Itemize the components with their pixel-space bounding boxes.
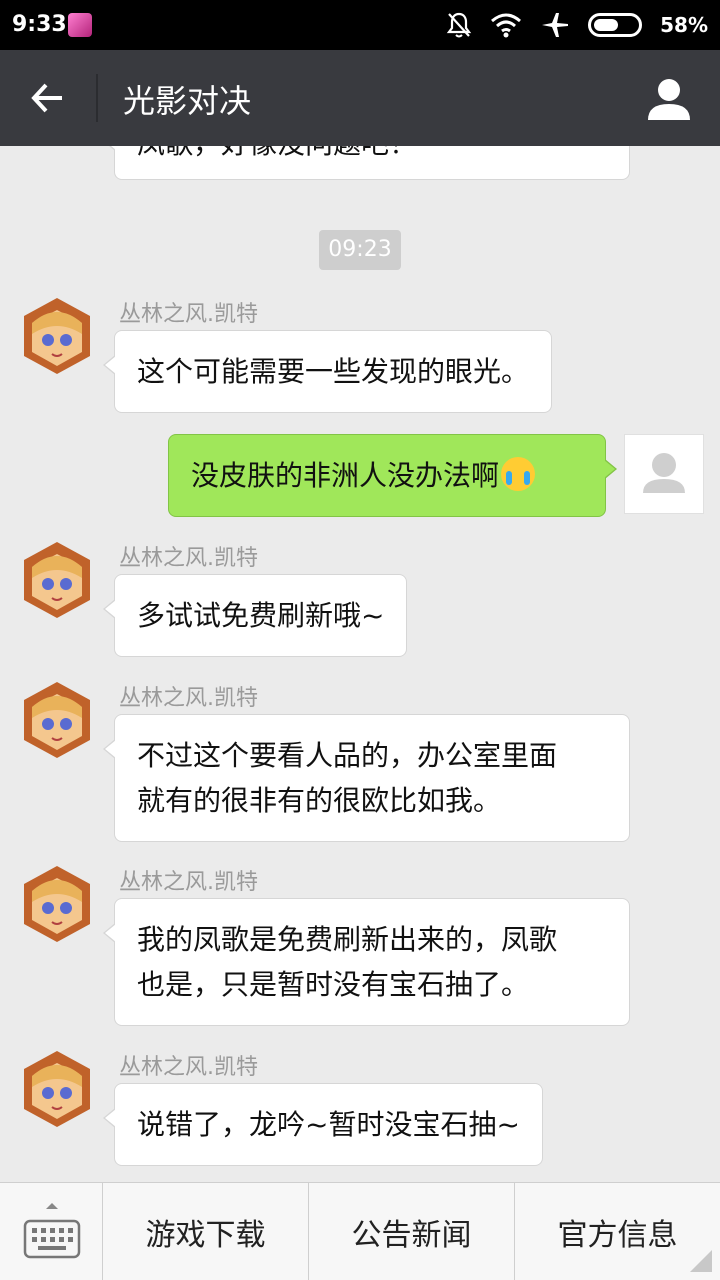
message-text: 没皮肤的非洲人没办法啊 <box>191 459 500 492</box>
message-text: 说错了，龙吟~暂时没宝石抽~ <box>137 1108 520 1141</box>
bell-muted-icon <box>446 12 472 38</box>
user-avatar[interactable] <box>624 434 704 514</box>
message-bubble[interactable]: 不过这个要看人品的，办公室里面 就有的很非有的很欧比如我。 <box>103 714 630 842</box>
battery-icon <box>588 13 643 37</box>
message-text: 也是，只是暂时没有宝石抽了。 <box>137 968 530 1001</box>
outgoing-message-bubble[interactable]: 没皮肤的非洲人没办法啊 <box>168 434 617 517</box>
menu-label: 公告新闻 <box>351 1217 472 1253</box>
app-bar: 光影对决 <box>0 50 720 146</box>
back-arrow-icon[interactable] <box>24 74 72 122</box>
message-bubble[interactable]: 说错了，龙吟~暂时没宝石抽~ <box>103 1083 543 1166</box>
bot-avatar[interactable] <box>22 864 92 944</box>
keyboard-toggle-button[interactable] <box>0 1183 103 1280</box>
message-text: 我的凤歌是免费刷新出来的，凤歌 <box>137 923 558 956</box>
chat-list[interactable]: 凤歌，好像没问题吧！ 09:23 丛林之风.凯特 这个可能需要一些发现的眼光。 … <box>0 146 720 1182</box>
message-text: 这个可能需要一些发现的眼光。 <box>137 355 530 388</box>
timestamp: 09:23 <box>319 230 401 270</box>
keyboard-icon <box>23 1203 81 1259</box>
status-time: 9:33 <box>12 12 67 37</box>
menu-label: 游戏下载 <box>145 1217 266 1253</box>
message-text: 凤歌，好像没问题吧！ <box>137 146 417 160</box>
menu-label: 官方信息 <box>557 1217 678 1253</box>
bot-avatar[interactable] <box>22 540 92 620</box>
sender-name: 丛林之风.凯特 <box>119 302 258 327</box>
sender-name: 丛林之风.凯特 <box>119 870 258 895</box>
message-bubble[interactable]: 这个可能需要一些发现的眼光。 <box>102 330 553 413</box>
message-bubble[interactable]: 多试试免费刷新哦~ <box>102 574 408 657</box>
bot-avatar[interactable] <box>22 296 92 376</box>
message-text: 不过这个要看人品的，办公室里面 <box>137 739 558 772</box>
message-bubble[interactable]: 凤歌，好像没问题吧！ <box>103 146 630 180</box>
profile-icon[interactable] <box>646 76 692 122</box>
default-user-icon <box>643 453 685 493</box>
appbar-divider <box>96 74 98 122</box>
crying-emoji-icon <box>501 457 536 491</box>
message-bubble[interactable]: 我的凤歌是免费刷新出来的，凤歌 也是，只是暂时没有宝石抽了。 <box>103 898 630 1026</box>
bottom-menu-bar: 游戏下载 公告新闻 官方信息 <box>0 1182 720 1280</box>
bot-avatar[interactable] <box>22 680 92 760</box>
wifi-icon <box>491 13 522 38</box>
status-bar: 9:33 58% <box>0 0 720 50</box>
airplane-icon <box>542 13 569 37</box>
page-title: 光影对决 <box>123 82 252 120</box>
battery-percent: 58% <box>660 13 708 37</box>
submenu-corner-icon <box>690 1250 712 1272</box>
message-text: 就有的很非有的很欧比如我。 <box>137 784 502 817</box>
sender-name: 丛林之风.凯特 <box>119 1055 258 1080</box>
sender-name: 丛林之风.凯特 <box>119 686 258 711</box>
menu-announcements[interactable]: 公告新闻 <box>309 1183 515 1280</box>
notification-app-icon <box>68 13 92 37</box>
sender-name: 丛林之风.凯特 <box>119 546 258 571</box>
menu-official-info[interactable]: 官方信息 <box>515 1183 720 1280</box>
message-text: 多试试免费刷新哦~ <box>137 599 385 632</box>
menu-game-download[interactable]: 游戏下载 <box>103 1183 309 1280</box>
bot-avatar[interactable] <box>22 1049 92 1129</box>
